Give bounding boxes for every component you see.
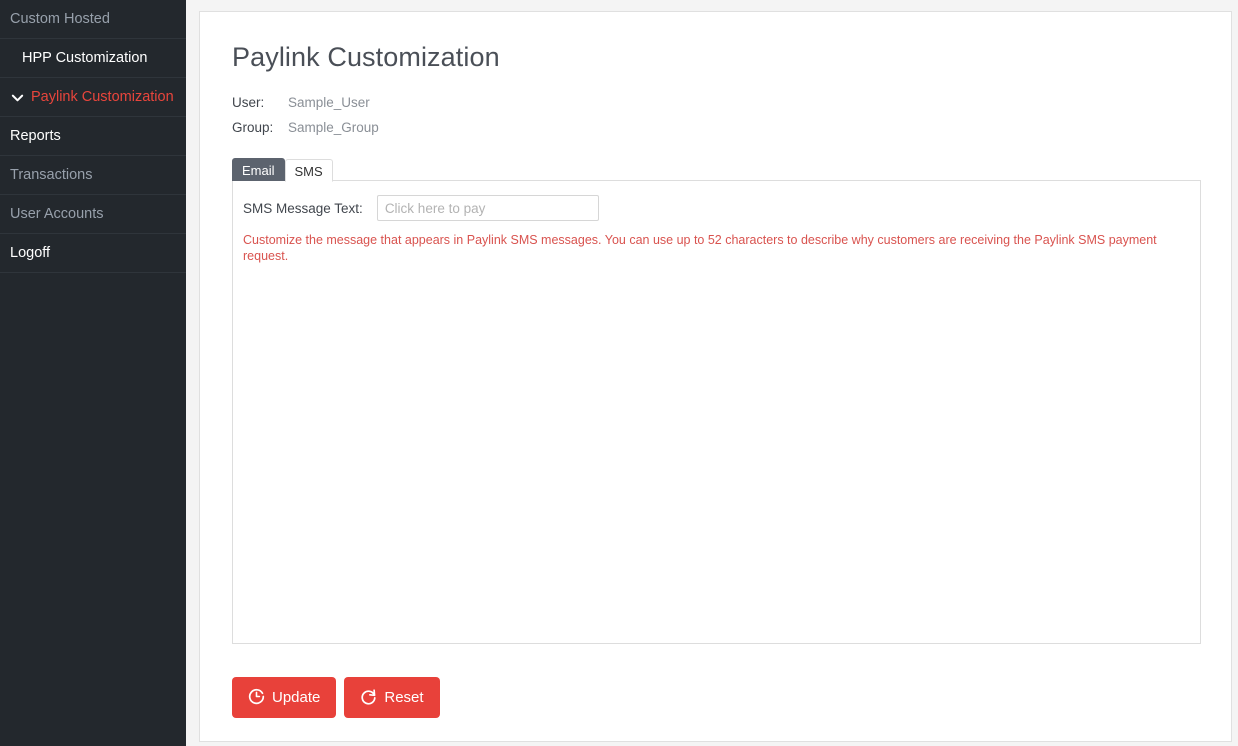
user-label: User: [232,95,265,110]
group-label: Group: [232,120,274,135]
user-row: User: Sample_User [232,95,1201,111]
reset-button[interactable]: Reset [344,677,440,718]
sidebar-item-label: Logoff [10,245,51,261]
sidebar-item-paylink-customization[interactable]: Paylink Customization [0,78,186,117]
sidebar-item-reports[interactable]: Reports [0,117,186,156]
group-value: Sample_Group [288,120,379,135]
sms-helper-text: Customize the message that appears in Pa… [243,233,1157,263]
sidebar-item-label: Paylink Customization [31,89,174,105]
sidebar-item-transactions[interactable]: Transactions [0,156,186,195]
refresh-arrow-icon [360,688,377,705]
sidebar-item-label: Reports [10,128,61,144]
sidebar-item-label: User Accounts [10,206,104,222]
app-root: Custom Hosted HPP Customization Paylink … [0,0,1238,746]
button-bar: Update Reset [232,677,1201,718]
sidebar: Custom Hosted HPP Customization Paylink … [0,0,186,746]
page-title: Paylink Customization [232,42,500,72]
sidebar-item-hpp-customization[interactable]: HPP Customization [0,39,186,78]
sms-message-label: SMS Message Text: [243,200,363,216]
content-card: Paylink Customization User: Sample_User G… [199,11,1232,742]
chevron-down-icon [10,90,25,105]
sidebar-item-logoff[interactable]: Logoff [0,234,186,273]
refresh-clock-icon [248,688,265,705]
reset-button-label: Reset [384,689,424,706]
sidebar-item-custom-hosted[interactable]: Custom Hosted [0,0,186,39]
sidebar-item-label: HPP Customization [22,50,148,66]
sms-message-field-row: SMS Message Text: [243,195,1184,221]
update-button[interactable]: Update [232,677,337,718]
tab-sms[interactable]: SMS [284,159,333,182]
sms-message-input[interactable] [376,195,599,221]
sidebar-item-label: Transactions [10,167,93,183]
sidebar-item-label: Custom Hosted [10,11,110,27]
user-value: Sample_User [288,95,370,110]
group-row: Group: Sample_Group [232,120,1201,136]
tab-panel-sms: SMS Message Text: Customize the message … [232,180,1201,644]
update-button-label: Update [272,689,321,706]
sidebar-item-user-accounts[interactable]: User Accounts [0,195,186,234]
tab-bar: Email SMS [232,158,1201,182]
tab-email[interactable]: Email [232,158,285,181]
main-content: Paylink Customization User: Sample_User G… [186,0,1238,746]
